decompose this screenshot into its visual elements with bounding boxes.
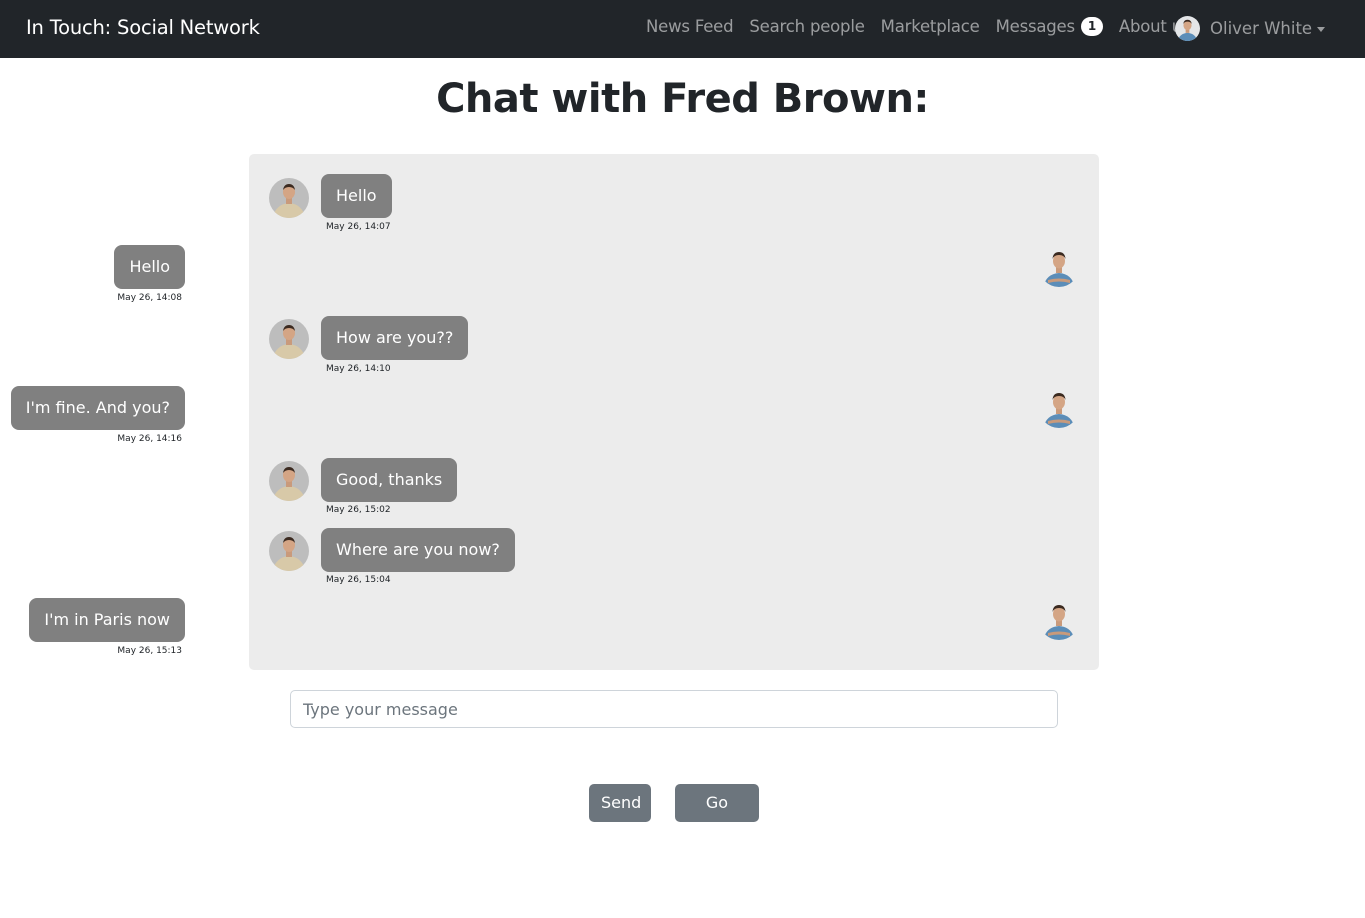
message-timestamp: May 26, 15:13 bbox=[117, 646, 182, 656]
nav-search-people[interactable]: Search people bbox=[749, 17, 864, 36]
fred-avatar-icon bbox=[269, 319, 309, 359]
fred-avatar-icon bbox=[269, 531, 309, 571]
message-bubble: Good, thanks bbox=[321, 458, 458, 502]
message-bubble: Where are you now? bbox=[321, 528, 515, 572]
fred-avatar-icon bbox=[269, 461, 309, 501]
nav-messages[interactable]: Messages 1 bbox=[996, 17, 1103, 36]
nav-marketplace[interactable]: Marketplace bbox=[881, 17, 980, 36]
oliver-avatar-icon bbox=[1039, 247, 1079, 287]
user-avatar-icon bbox=[1175, 16, 1200, 41]
message-timestamp: May 26, 15:04 bbox=[326, 575, 391, 585]
nav-news-feed[interactable]: News Feed bbox=[646, 17, 734, 36]
message-bubble: I'm in Paris now bbox=[29, 598, 185, 642]
message-input[interactable] bbox=[290, 690, 1058, 728]
nav-links: News Feed Search people Marketplace Mess… bbox=[646, 17, 1206, 36]
message-bubble: I'm fine. And you? bbox=[10, 386, 185, 430]
message-timestamp: May 26, 14:07 bbox=[326, 222, 391, 232]
brand-logo[interactable]: In Touch: Social Network bbox=[26, 16, 260, 39]
fred-avatar-icon bbox=[269, 178, 309, 218]
oliver-avatar-icon bbox=[1039, 600, 1079, 640]
chat-messages-panel[interactable]: Hello May 26, 14:07 Hello May 26, 14:08 bbox=[10, 154, 1099, 670]
message-timestamp: May 26, 14:10 bbox=[326, 364, 391, 374]
top-navbar: In Touch: Social Network News Feed Searc… bbox=[0, 0, 1365, 58]
send-button[interactable]: Send bbox=[589, 784, 651, 822]
page-title: Chat with Fred Brown: bbox=[436, 76, 929, 122]
message-bubble: Hello bbox=[114, 245, 185, 289]
go-back-button[interactable]: Go Back bbox=[675, 784, 759, 850]
messages-count-badge: 1 bbox=[1080, 17, 1103, 36]
message-bubble: How are you?? bbox=[321, 316, 469, 360]
user-name: Oliver White bbox=[1210, 19, 1313, 38]
message-timestamp: May 26, 15:02 bbox=[326, 505, 391, 515]
oliver-avatar-icon bbox=[1039, 388, 1079, 428]
caret-down-icon bbox=[1317, 27, 1326, 32]
message-bubble: Hello bbox=[321, 174, 392, 218]
message-timestamp: May 26, 14:08 bbox=[117, 293, 182, 303]
nav-messages-label: Messages bbox=[995, 17, 1076, 36]
message-timestamp: May 26, 14:16 bbox=[117, 434, 182, 444]
user-dropdown-toggle[interactable]: Oliver White bbox=[1175, 16, 1326, 41]
